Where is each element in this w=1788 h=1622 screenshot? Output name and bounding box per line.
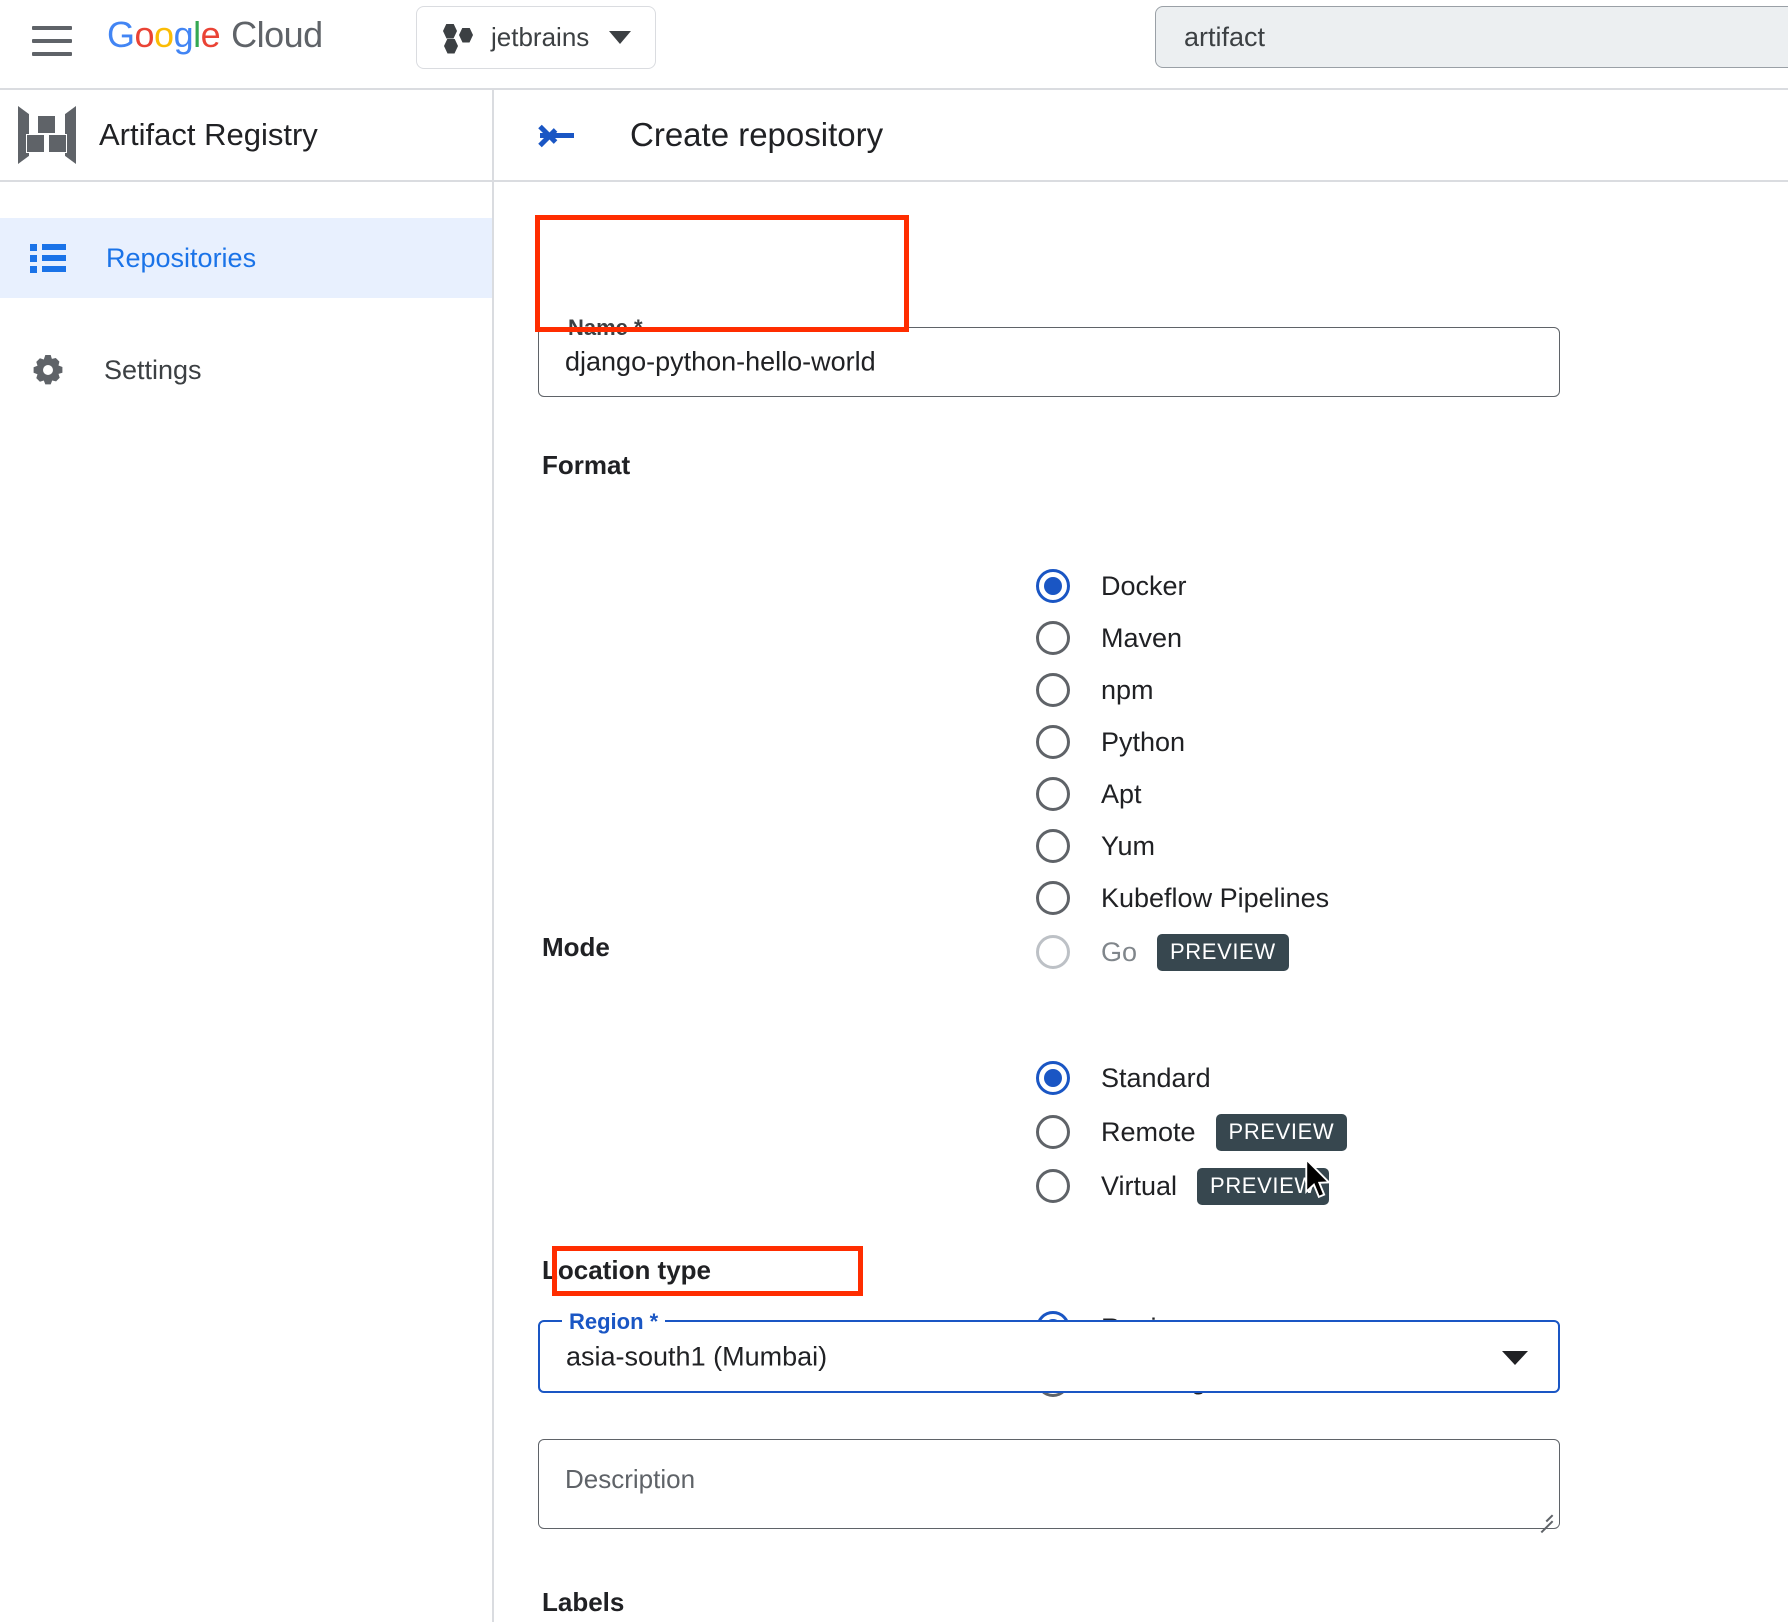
mode-heading: Mode	[542, 932, 610, 963]
radio-icon	[1036, 569, 1070, 603]
sidebar: Artifact Registry Repositories Settings	[0, 90, 492, 1622]
radio-icon	[1036, 1115, 1070, 1149]
format-option-label: npm	[1101, 675, 1154, 706]
name-field-label: Name *	[561, 315, 650, 341]
radio-icon	[1036, 725, 1070, 759]
format-option-label: Go	[1101, 937, 1137, 968]
format-option-label: Maven	[1101, 623, 1182, 654]
product-title: Artifact Registry	[99, 117, 318, 153]
project-hexagons-icon	[443, 24, 475, 52]
sidebar-item-repositories[interactable]: Repositories	[0, 218, 492, 298]
region-select-value: asia-south1 (Mumbai)	[566, 1341, 827, 1372]
name-field[interactable]: Name * django-python-hello-world	[538, 327, 1560, 397]
sidebar-header-divider	[0, 180, 492, 182]
search-input[interactable]: artifact	[1155, 6, 1788, 68]
app-root: GoogleCloud jetbrains artifact Artifact …	[0, 0, 1788, 1622]
format-option-label: Python	[1101, 727, 1185, 758]
top-bar: GoogleCloud jetbrains artifact	[0, 0, 1788, 89]
sidebar-product-header: Artifact Registry	[0, 90, 492, 180]
mode-option-remote[interactable]: Remote PREVIEW	[1036, 1106, 1347, 1158]
main-panel: Create repository Name * django-python-h…	[494, 90, 1788, 1622]
sidebar-item-label: Repositories	[106, 243, 256, 274]
radio-icon	[1036, 1169, 1070, 1203]
create-repository-form: Name * django-python-hello-world Format …	[494, 182, 1788, 1622]
search-input-value: artifact	[1184, 22, 1265, 53]
radio-icon	[1036, 673, 1070, 707]
description-placeholder: Description	[565, 1464, 695, 1495]
labels-heading: Labels	[542, 1587, 624, 1618]
format-option-kubeflow-pipelines[interactable]: Kubeflow Pipelines	[1036, 872, 1329, 924]
format-option-yum[interactable]: Yum	[1036, 820, 1155, 872]
sidebar-item-label: Settings	[104, 355, 202, 386]
format-option-apt[interactable]: Apt	[1036, 768, 1142, 820]
preview-badge: PREVIEW	[1197, 1168, 1329, 1205]
artifact-registry-icon	[18, 106, 76, 164]
format-option-npm[interactable]: npm	[1036, 664, 1154, 716]
format-option-label: Apt	[1101, 779, 1142, 810]
format-option-label: Kubeflow Pipelines	[1101, 883, 1329, 914]
resize-handle-icon[interactable]	[1535, 1505, 1553, 1523]
mode-option-label: Remote	[1101, 1117, 1196, 1148]
mode-option-label: Virtual	[1101, 1171, 1177, 1202]
location-type-heading: Location type	[542, 1255, 711, 1286]
region-select-label: Region *	[562, 1309, 665, 1335]
google-cloud-logo: GoogleCloud	[107, 14, 323, 56]
format-option-go: Go PREVIEW	[1036, 926, 1289, 978]
mode-option-standard[interactable]: Standard	[1036, 1052, 1211, 1104]
format-option-maven[interactable]: Maven	[1036, 612, 1182, 664]
region-select[interactable]: Region * asia-south1 (Mumbai)	[538, 1320, 1560, 1393]
project-name-label: jetbrains	[491, 22, 589, 53]
radio-icon	[1036, 621, 1070, 655]
brand-cloud-text: Cloud	[231, 14, 323, 55]
format-option-python[interactable]: Python	[1036, 716, 1185, 768]
chevron-down-icon[interactable]	[1502, 1351, 1528, 1365]
radio-icon	[1036, 881, 1070, 915]
radio-icon	[1036, 829, 1070, 863]
radio-icon	[1036, 1061, 1070, 1095]
radio-icon	[1036, 777, 1070, 811]
hamburger-menu-icon[interactable]	[32, 26, 76, 62]
description-textarea[interactable]: Description	[538, 1439, 1560, 1529]
gear-icon	[29, 351, 67, 389]
list-icon	[28, 238, 68, 278]
format-option-label: Docker	[1101, 571, 1187, 602]
mode-option-label: Standard	[1101, 1063, 1211, 1094]
radio-icon	[1036, 935, 1070, 969]
preview-badge: PREVIEW	[1157, 934, 1289, 971]
format-heading: Format	[542, 450, 630, 481]
page-header: Create repository	[494, 90, 1788, 180]
preview-badge: PREVIEW	[1216, 1114, 1348, 1151]
arrow-back-icon[interactable]	[534, 112, 580, 158]
mode-option-virtual[interactable]: Virtual PREVIEW	[1036, 1160, 1329, 1212]
project-picker[interactable]: jetbrains	[416, 6, 656, 69]
page-title: Create repository	[630, 116, 883, 154]
format-option-docker[interactable]: Docker	[1036, 560, 1187, 612]
format-option-label: Yum	[1101, 831, 1155, 862]
name-field-value: django-python-hello-world	[565, 347, 876, 378]
chevron-down-icon	[609, 31, 631, 44]
sidebar-item-settings[interactable]: Settings	[0, 330, 492, 410]
